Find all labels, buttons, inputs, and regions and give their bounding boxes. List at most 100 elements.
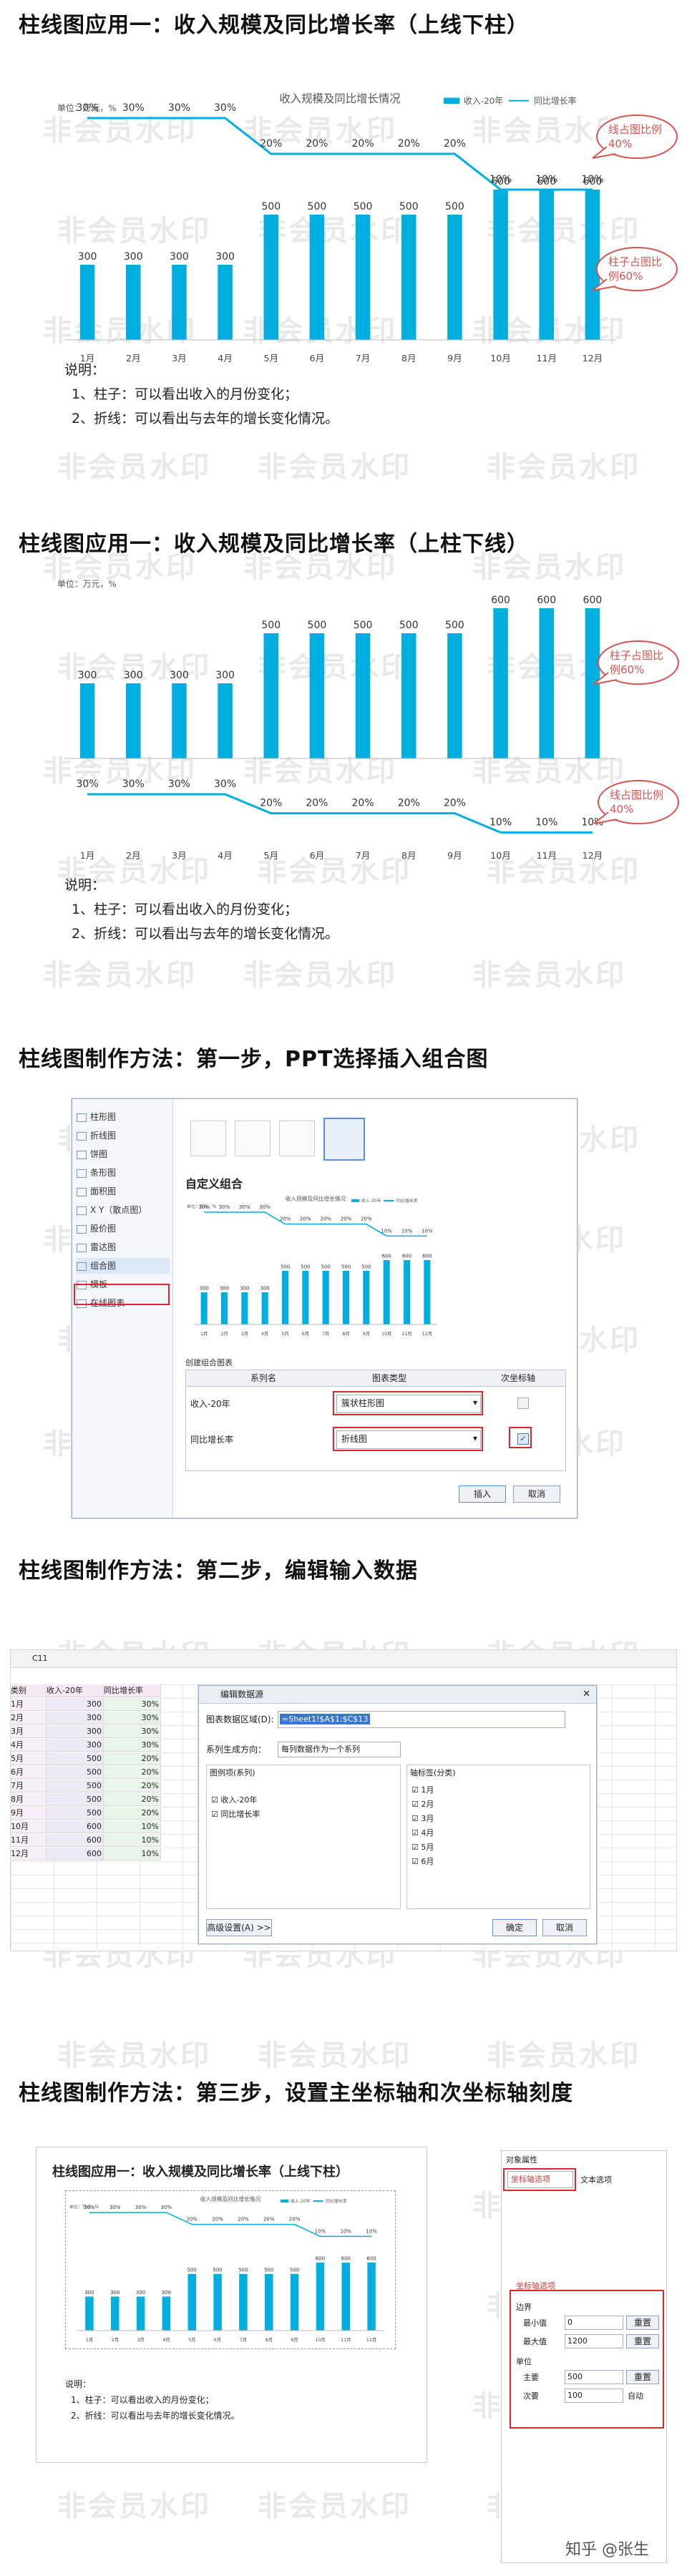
insert-button[interactable]: 插入 [459,1485,506,1503]
bar [401,633,416,758]
bar-value-label: 600 [537,595,556,606]
sheet-cell[interactable]: 500 [47,1780,104,1792]
series-item-1[interactable]: ☑ 收入-20年 [211,1794,257,1807]
sidebar-item-6[interactable]: 股价图 [77,1221,170,1236]
sheet-cell[interactable]: 20% [104,1780,161,1792]
axis-item[interactable]: ☑ 2月 [411,1798,434,1811]
sheet-cell[interactable]: 500 [47,1807,104,1820]
sheet-cell[interactable]: 6月 [11,1766,47,1779]
bar [218,265,233,340]
range-input[interactable]: =Sheet1!$A$1:$C$13 [278,1711,565,1728]
axis-item[interactable]: ☑ 3月 [411,1813,434,1825]
sidebar-item-7[interactable]: 雷达图 [77,1239,170,1255]
callout-line-share-2: 线占图比例40% [593,776,687,836]
axis-item[interactable]: ☑ 1月 [411,1784,434,1797]
sheet-cell[interactable]: 500 [47,1766,104,1779]
sheet-cell[interactable]: 10月 [11,1820,47,1833]
sheet-cell[interactable]: 12月 [11,1848,47,1860]
advanced-button[interactable]: 高级设置(A) >> [206,1919,272,1936]
axis-item[interactable]: ☑ 4月 [411,1827,434,1840]
sheet-cell[interactable]: 10% [104,1820,161,1833]
bar-value-label: 500 [399,201,419,213]
cancel-button[interactable]: 取消 [542,1919,587,1936]
sidebar-item-4[interactable]: 面积图 [77,1184,170,1199]
sheet-cell[interactable]: 20% [104,1766,161,1779]
sidebar-item-1[interactable]: 折线图 [77,1128,170,1143]
sidebar-item-label: 条形图 [90,1168,117,1178]
callout-line-share-text-2: 线占图比例40% [610,789,664,816]
x-tick-label: 3月 [137,2337,144,2343]
sheet-cell[interactable]: 4月 [11,1739,47,1752]
callout-line-share-1: 线占图比例40% [592,111,686,171]
bar [218,683,233,758]
cancel-button[interactable]: 取消 [513,1485,560,1503]
cell-reference[interactable]: C11 [32,1652,48,1665]
sheet-cell[interactable]: 20% [104,1807,161,1820]
sidebar-item-3[interactable]: 条形图 [77,1165,170,1181]
x-tick-label: 9月 [291,2337,298,2343]
sheet-cell[interactable]: 30% [104,1698,161,1711]
x-tick-label: 11月 [401,1331,411,1337]
sidebar-item-8[interactable]: 组合图 [77,1258,170,1274]
sidebar-item-5[interactable]: X Y（散点图） [77,1202,170,1218]
sheet-cell[interactable]: 30% [104,1739,161,1752]
line-value-label: 30% [84,2205,95,2210]
line-value-label: 20% [260,798,282,809]
sidebar-item-0[interactable]: 柱形图 [77,1109,170,1125]
sheet-cell[interactable]: 30% [104,1725,161,1738]
combo-subtype-2[interactable] [235,1121,271,1156]
sheet-cell[interactable]: 300 [47,1698,104,1711]
x-tick-label: 11月 [341,2337,351,2343]
combo-subtype-1[interactable] [190,1121,226,1156]
col-chart-type: 图表类型 [372,1373,407,1383]
bar-value-label: 600 [366,2256,376,2262]
sheet-cell[interactable]: 500 [47,1793,104,1806]
sheet-cell[interactable]: 500 [47,1752,104,1765]
chart-type-icon [77,1206,87,1215]
sheet-header-cell[interactable]: 收入-20年 [47,1684,104,1697]
bar-value-label: 500 [308,620,327,631]
sheet-cell[interactable]: 600 [47,1834,104,1847]
sheet-cell[interactable]: 10% [104,1848,161,1860]
bar-value-label: 500 [187,2267,197,2273]
combo-subtype-3[interactable] [279,1121,315,1156]
watermark-text: 非会员水印 [487,2039,640,2072]
line-value-label: 20% [320,1216,331,1222]
sheet-header-cell[interactable]: 同比增长率 [104,1684,161,1697]
sheet-cell[interactable]: 20% [104,1752,161,1765]
sheet-cell[interactable]: 20% [104,1793,161,1806]
bar [309,215,325,340]
sheet-cell[interactable]: 2月 [11,1712,47,1724]
sheet-cell[interactable]: 300 [47,1739,104,1752]
sheet-cell[interactable]: 11月 [11,1834,47,1847]
highlight-row-2-type [333,1427,483,1451]
axis-item[interactable]: ☑ 6月 [411,1855,434,1868]
sheet-cell[interactable]: 7月 [11,1780,47,1792]
sheet-cell[interactable]: 300 [47,1712,104,1724]
sheet-cell[interactable]: 600 [47,1820,104,1833]
x-tick-label: 2月 [126,850,141,861]
axis-item[interactable]: ☑ 5月 [411,1841,434,1854]
sheet-cell[interactable]: 3月 [11,1725,47,1738]
series-item-2[interactable]: ☑ 同比增长率 [211,1808,260,1821]
sheet-cell[interactable]: 5月 [11,1752,47,1765]
bar-value-label: 500 [213,2267,222,2273]
combo-subtype-custom[interactable] [323,1118,365,1161]
text-options-tab[interactable]: 文本选项 [580,2174,612,2187]
sheet-cell[interactable]: 9月 [11,1807,47,1820]
close-icon[interactable]: ✕ [583,1689,590,1699]
ok-button[interactable]: 确定 [492,1919,537,1936]
x-tick-label: 5月 [281,1331,288,1337]
sheet-cell[interactable]: 30% [104,1712,161,1724]
sheet-cell[interactable]: 10% [104,1834,161,1847]
row-1-secondary-checkbox[interactable] [517,1397,529,1409]
sheet-cell[interactable]: 600 [47,1848,104,1860]
series-by-select[interactable]: 每列数据作为一个系列 [278,1742,401,1757]
line-value-label: 20% [444,798,466,809]
sheet-cell[interactable]: 1月 [11,1698,47,1711]
sheet-cell[interactable]: 8月 [11,1793,47,1806]
sheet-cell[interactable]: 300 [47,1725,104,1738]
sheet-header-cell[interactable]: 类别 [11,1684,47,1697]
highlight-bounds [510,2290,664,2429]
sidebar-item-2[interactable]: 饼图 [77,1146,170,1162]
